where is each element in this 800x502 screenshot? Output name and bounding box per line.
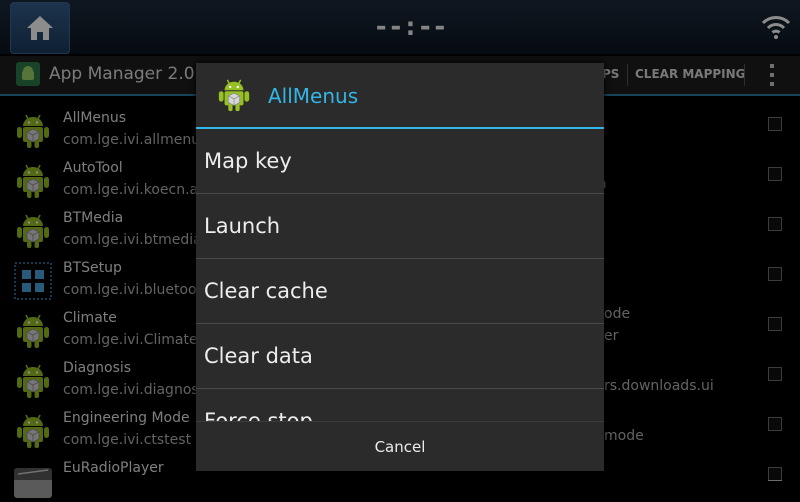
- app-action-dialog: AllMenus Map key Launch Clear cache Clea…: [196, 63, 604, 471]
- menu-item-launch[interactable]: Launch: [196, 194, 604, 259]
- dialog-title: AllMenus: [268, 84, 359, 108]
- dialog-menu: Map key Launch Clear cache Clear data Fo…: [196, 129, 604, 421]
- cancel-button[interactable]: Cancel: [375, 438, 426, 456]
- menu-item-map-key[interactable]: Map key: [196, 129, 604, 194]
- menu-item-clear-data[interactable]: Clear data: [196, 324, 604, 389]
- android-icon: [218, 79, 250, 112]
- dialog-footer: Cancel: [196, 421, 604, 471]
- dialog-header: AllMenus: [196, 63, 604, 127]
- menu-item-clear-cache[interactable]: Clear cache: [196, 259, 604, 324]
- menu-item-force-stop[interactable]: Force stop: [196, 389, 604, 421]
